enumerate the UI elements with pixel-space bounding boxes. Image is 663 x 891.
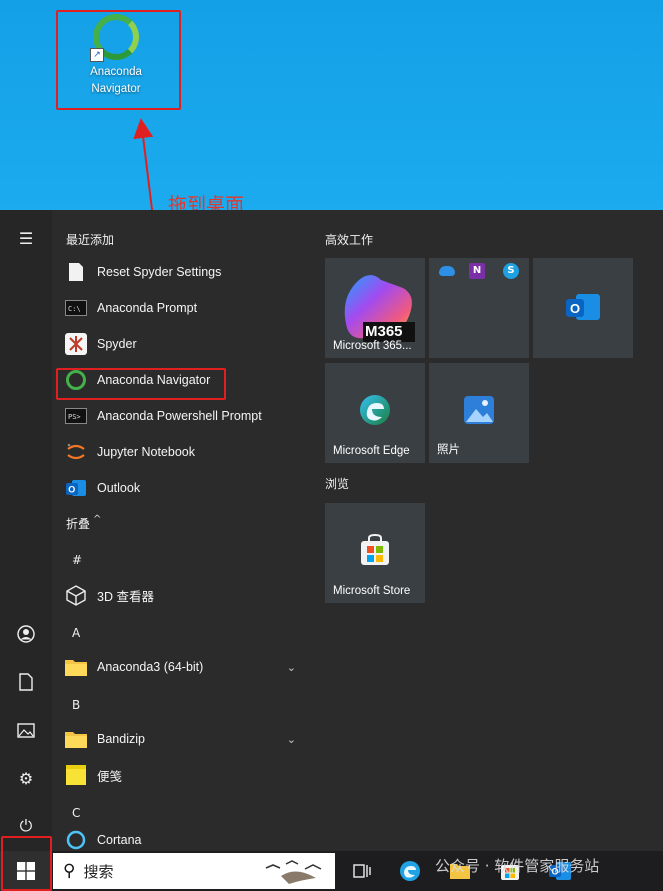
section-b[interactable]: B [72,698,80,712]
anaconda-icon [64,368,88,392]
section-a[interactable]: A [72,626,80,640]
taskbar-search-box[interactable]: ⚲ 搜索 [53,853,335,889]
document-icon [64,260,88,284]
section-recently-added: 最近添加 [66,233,115,247]
app-list: 最近添加 Reset Spyder Settings C:\ Anaconda … [52,210,310,851]
birds-illustration [265,860,322,884]
terminal-icon: PS> [64,404,88,428]
search-icon: ⚲ [63,861,76,881]
tile-photos[interactable]: 照片 [429,363,529,463]
user-icon[interactable] [0,614,52,654]
app-spyder[interactable]: Spyder [64,327,304,361]
search-placeholder: 搜索 [83,862,114,881]
app-outlook[interactable]: O Outlook [64,471,304,505]
start-rail: ☰ ⚙ ⏻ [0,210,52,851]
task-view-icon[interactable] [348,857,376,885]
outlook-icon: O [566,294,600,320]
chevron-up-icon: ^ [93,514,102,525]
power-icon[interactable]: ⏻ [0,806,52,846]
spyder-icon [64,332,88,356]
svg-text:PS>: PS> [68,413,81,421]
app-anaconda-powershell-prompt[interactable]: PS> Anaconda Powershell Prompt [64,399,304,433]
shortcut-arrow-icon: ↗ [90,48,104,62]
app-anaconda-prompt[interactable]: C:\ Anaconda Prompt [64,291,304,325]
desktop-icon-label: Anaconda Navigator [90,66,142,95]
folder-bandizip[interactable]: Bandizip ⌄ [64,722,304,756]
group-productivity: 高效工作 [325,233,374,247]
onenote-icon: N [469,263,485,279]
app-cortana[interactable]: Cortana [64,830,304,850]
tile-outlook[interactable]: O [533,258,633,358]
photos-icon [464,396,494,424]
desktop: ↗ Anaconda Navigator [0,0,663,210]
folder-icon [64,655,88,679]
edge-icon [360,395,390,425]
settings-gear-icon[interactable]: ⚙ [0,758,52,798]
app-jupyter-notebook[interactable]: Jupyter Notebook [64,435,304,469]
tile-microsoft-365[interactable]: M365 Microsoft 365... [325,258,425,358]
onedrive-icon [439,266,455,276]
svg-text:O: O [570,301,580,316]
start-menu: ☰ ⚙ ⏻ 最近添加 Reset Spyder Settings C:\ Ana… [0,210,663,851]
chevron-down-icon: ⌄ [286,733,296,746]
store-bag-icon [361,533,389,565]
tile-office-apps-folder[interactable]: N S [429,258,529,358]
cortana-icon [64,830,88,850]
documents-icon[interactable] [0,662,52,702]
tile-microsoft-edge[interactable]: Microsoft Edge [325,363,425,463]
jupyter-icon [64,440,88,464]
app-3d-viewer[interactable]: 3D 查看器 [64,578,304,612]
app-sticky-notes[interactable]: 便笺 [64,758,304,792]
outlook-icon: O [64,476,88,500]
svg-text:O: O [68,485,75,495]
taskbar-edge-icon[interactable] [396,857,424,885]
tiles-panel: 高效工作 M365 Microsoft 365... N S O Microso… [310,210,663,851]
pictures-icon[interactable] [0,710,52,750]
svg-text:C:\: C:\ [68,305,81,313]
cube-icon [64,583,88,607]
collapse-toggle[interactable]: 折叠 [66,515,90,532]
start-button[interactable] [0,851,52,891]
chevron-down-icon: ⌄ [286,661,296,674]
terminal-icon: C:\ [64,296,88,320]
folder-anaconda3[interactable]: Anaconda3 (64-bit) ⌄ [64,650,304,684]
app-anaconda-navigator[interactable]: Anaconda Navigator [64,363,304,397]
folder-icon [64,727,88,751]
desktop-anaconda-navigator-shortcut[interactable]: ↗ Anaconda Navigator [66,14,166,98]
app-reset-spyder-settings[interactable]: Reset Spyder Settings [64,255,304,289]
hamburger-menu-icon[interactable]: ☰ [0,218,52,258]
section-c[interactable]: C [72,806,80,820]
group-browse: 浏览 [325,477,350,491]
sticky-note-icon [64,763,88,787]
windows-logo-icon [17,862,35,880]
watermark-text: 公众号 · 软件管家服务站 [435,857,600,875]
taskbar: ⚲ 搜索 O 公众号 · 软件管家服务站 [0,851,663,891]
m365-badge: M365 [365,323,403,340]
tile-microsoft-store[interactable]: Microsoft Store [325,503,425,603]
skype-icon: S [503,263,519,279]
section-hash[interactable]: # [72,553,82,567]
